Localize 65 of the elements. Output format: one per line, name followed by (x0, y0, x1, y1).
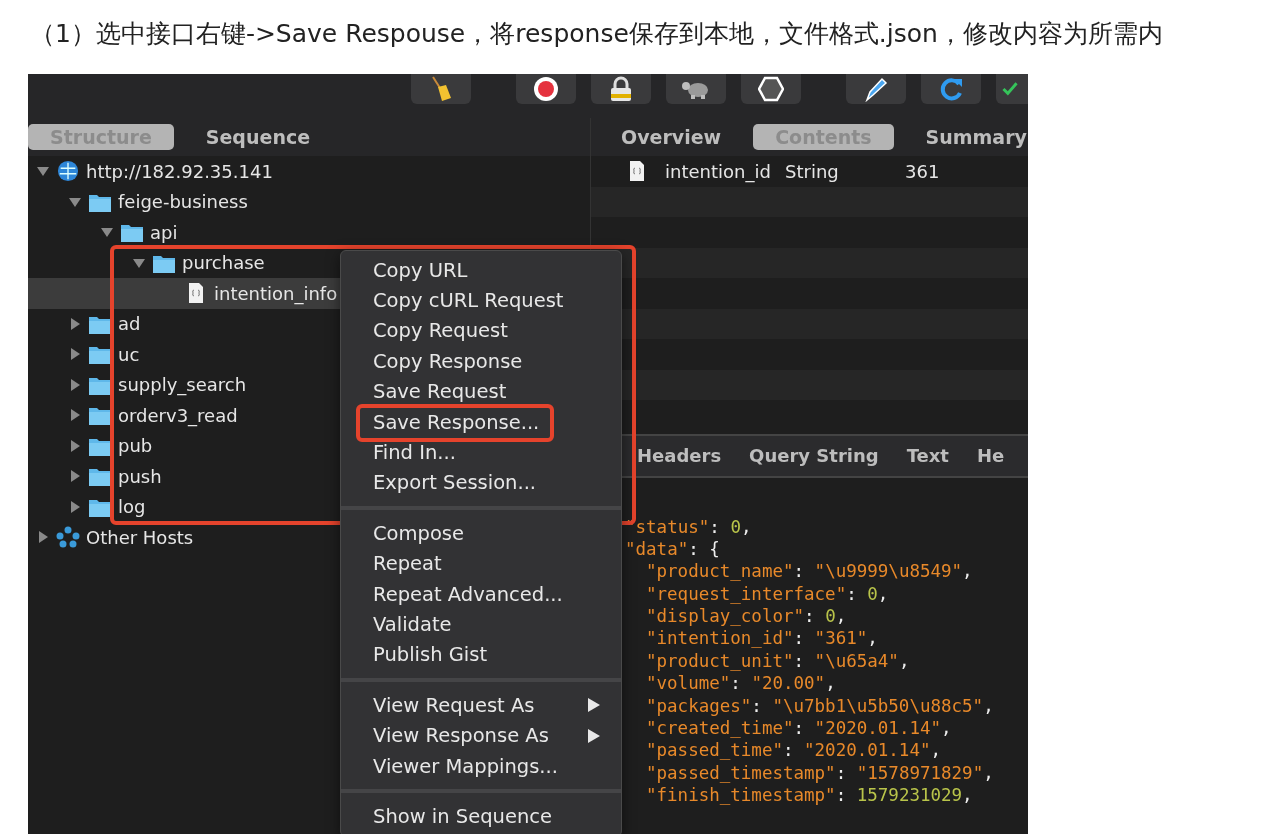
toolbar-button[interactable] (666, 74, 726, 104)
code-line: "data": { (625, 537, 721, 561)
hexagon-icon (758, 76, 784, 102)
toolbar-button[interactable] (741, 74, 801, 104)
menu-item[interactable]: Find In... (341, 437, 621, 468)
menu-item[interactable]: View Request As (341, 690, 621, 721)
record-icon (533, 76, 559, 102)
menu-item[interactable]: Viewer Mappings... (341, 750, 621, 782)
menu-item[interactable]: Repeat Advanced... (341, 578, 621, 610)
menu-item[interactable]: Compose (341, 518, 621, 549)
menu-item[interactable]: View Response As (341, 720, 621, 751)
code-line: "volume": "20.00", (645, 672, 837, 695)
menu-item[interactable]: Show in Sequence (341, 801, 621, 832)
code-line: "display_color": 0, (645, 605, 848, 628)
toolbar-button[interactable] (591, 74, 651, 104)
code-line: "created_time": "2020.01.14", (645, 717, 953, 740)
menu-item[interactable]: Export Session... (341, 467, 621, 499)
expand-arrow-icon[interactable] (68, 438, 82, 453)
toolbar-button[interactable] (411, 74, 471, 104)
menu-item[interactable]: Save Response... (341, 406, 621, 438)
expand-arrow-icon[interactable] (68, 408, 82, 423)
tab[interactable]: Sequence (183, 124, 333, 150)
tab[interactable]: Overview (599, 124, 744, 150)
tab[interactable]: Headers (637, 445, 722, 466)
menu-item[interactable]: Copy Response (341, 346, 621, 377)
cluster-icon (56, 526, 80, 549)
expand-arrow-icon[interactable] (68, 347, 82, 362)
check-icon (1001, 81, 1019, 97)
field-name: intention_id (665, 160, 772, 182)
code-line: "packages": "\u7bb1\u5b50\u88c5", (645, 694, 995, 717)
tab[interactable]: He (976, 445, 1005, 466)
field-type: String (785, 160, 840, 182)
tree-item[interactable]: feige-business (28, 186, 590, 217)
tab[interactable]: Summary (903, 124, 1028, 150)
refresh-icon (938, 76, 964, 102)
code-line: "product_name": "\u9999\u8549", (645, 560, 974, 583)
expand-arrow-icon[interactable] (68, 377, 82, 392)
lock-icon (609, 76, 633, 102)
menu-item[interactable]: Validate (341, 609, 621, 640)
toolbar-button[interactable] (516, 74, 576, 104)
menu-item[interactable]: Copy Request (341, 315, 621, 347)
expand-arrow-icon[interactable] (68, 499, 82, 514)
code-line: "status": 0, (625, 515, 753, 538)
expand-arrow-icon[interactable] (68, 469, 82, 484)
tree-item[interactable]: api (28, 217, 590, 248)
pen-icon (863, 76, 889, 102)
toolbar-button[interactable] (846, 74, 906, 104)
tab[interactable]: Text (906, 445, 949, 466)
code-line: "finish_timestamp": 1579231029, (645, 784, 974, 807)
code-line: "product_unit": "\u65a4", (645, 649, 911, 673)
menu-item[interactable]: Publish Gist (341, 639, 621, 671)
code-line: "intention_id": "361", (645, 627, 879, 650)
code-line: "request_interface": 0, (645, 582, 890, 606)
tab[interactable]: Query String (749, 445, 879, 466)
tree-item[interactable]: http://182.92.35.141 (28, 156, 590, 187)
expand-arrow-icon[interactable] (36, 530, 50, 545)
menu-item[interactable]: Repeat (341, 548, 621, 579)
expand-arrow-icon[interactable] (68, 316, 82, 331)
globe-icon (56, 160, 80, 183)
code-line: "passed_timestamp": "1578971829", (645, 761, 995, 785)
field-value: 361 (905, 160, 941, 182)
broom-icon (430, 76, 452, 102)
instruction-text: （1）选中接口右键->Save Respouse，将response保存到本地，文件格式.json，修改内容为所需内 (29, 18, 1164, 50)
code-line: "passed_time": "2020.01.14", (645, 739, 943, 762)
menu-item[interactable]: Save Request (341, 376, 621, 407)
